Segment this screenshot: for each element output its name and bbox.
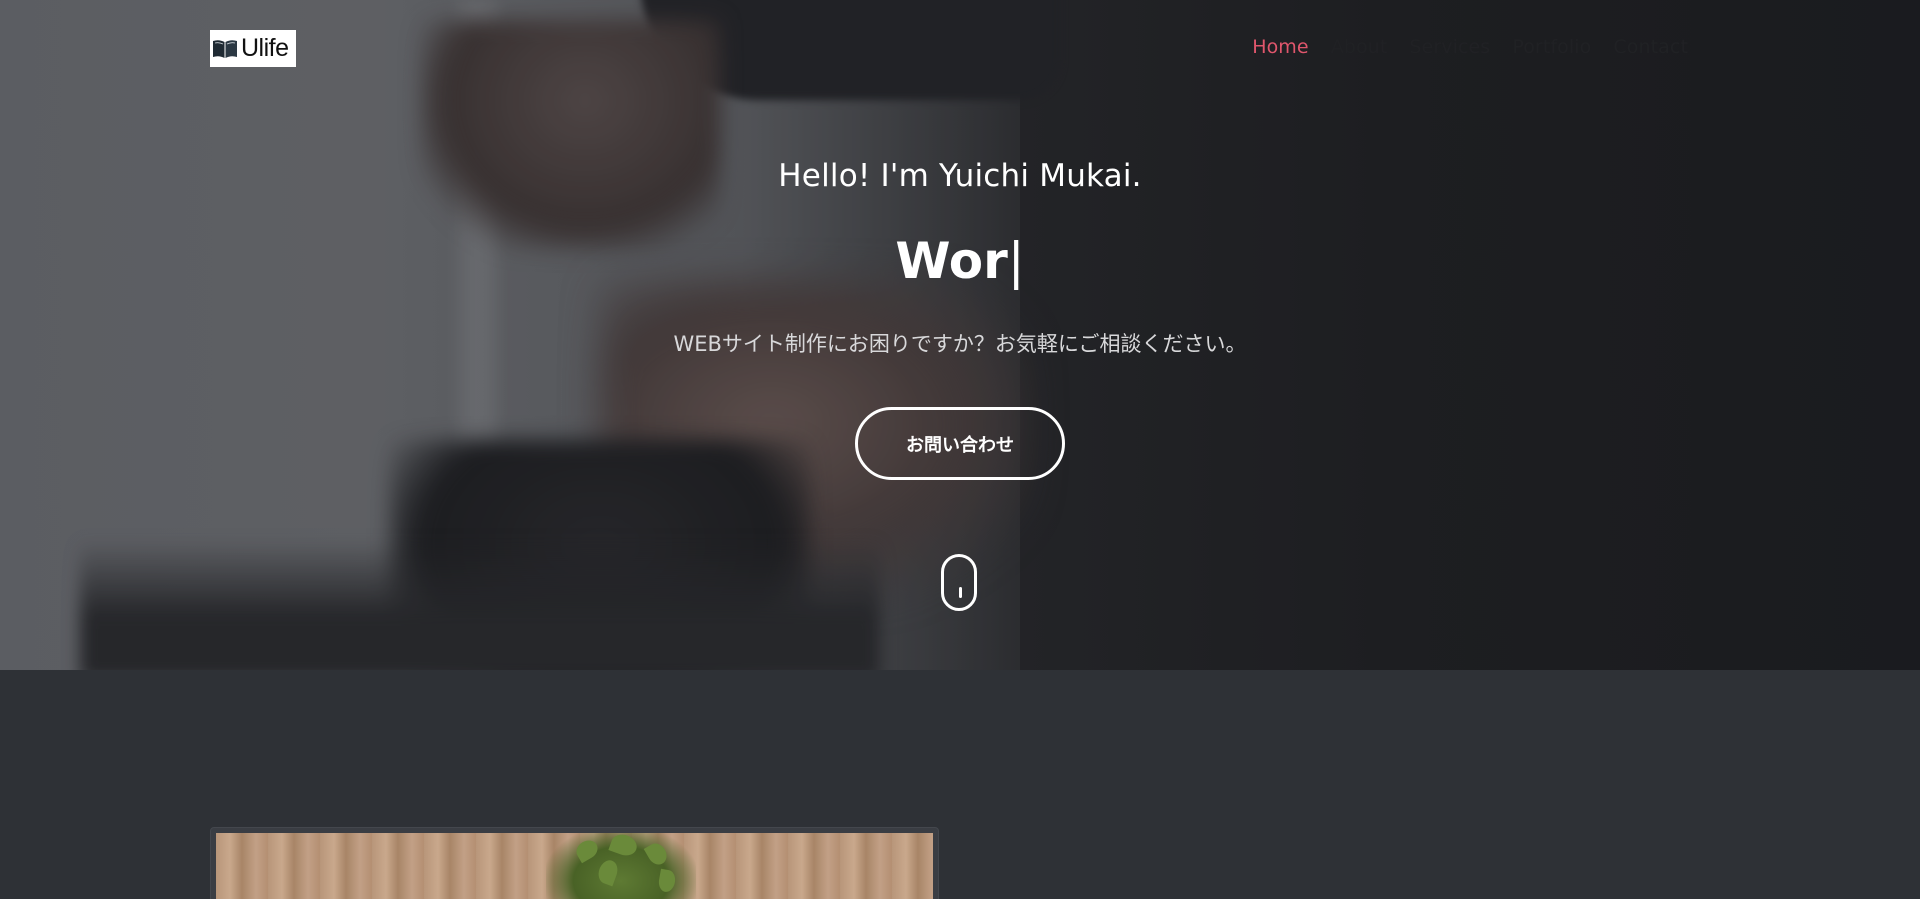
- scroll-wheel: [959, 587, 962, 598]
- nav-item-portfolio[interactable]: Portfolio: [1501, 36, 1602, 58]
- hero-section: Hello! I'm Yuichi Mukai. Wor| WEBサイト制作にお…: [0, 0, 1920, 670]
- nav-item-contact[interactable]: Contact: [1602, 36, 1699, 58]
- hero-greeting: Hello! I'm Yuichi Mukai.: [778, 158, 1142, 194]
- brand-logo[interactable]: Ulife: [210, 30, 296, 67]
- mouse-scroll-icon[interactable]: [941, 554, 977, 611]
- hero-description: WEBサイト制作にお困りですか？お気軽にご相談ください。: [673, 332, 1247, 356]
- nav-item-services[interactable]: Services: [1398, 36, 1501, 58]
- logo-text: Ulife: [241, 34, 289, 62]
- page: Hello! I'm Yuichi Mukai. Wor| WEBサイト制作にお…: [0, 0, 1920, 899]
- nav-menu: Home About Services Portfolio Contact: [1241, 36, 1699, 58]
- hero-content: Hello! I'm Yuichi Mukai. Wor| WEBサイト制作にお…: [0, 0, 1920, 670]
- about-section: [0, 670, 1920, 899]
- contact-cta-label: お問い合わせ: [906, 434, 1014, 456]
- navbar: Ulife Home About Services Portfolio Cont…: [0, 0, 1920, 98]
- typed-text: Wor: [895, 232, 1008, 290]
- nav-item-home[interactable]: Home: [1241, 36, 1320, 58]
- contact-cta-button[interactable]: お問い合わせ: [855, 407, 1065, 480]
- nav-item-about[interactable]: About: [1320, 36, 1399, 58]
- about-photo: [216, 833, 933, 899]
- typed-cursor: |: [1007, 232, 1025, 290]
- hero-typed-heading: Wor|: [0, 232, 1920, 290]
- about-image-frame: [210, 827, 939, 899]
- open-book-icon: [212, 38, 238, 60]
